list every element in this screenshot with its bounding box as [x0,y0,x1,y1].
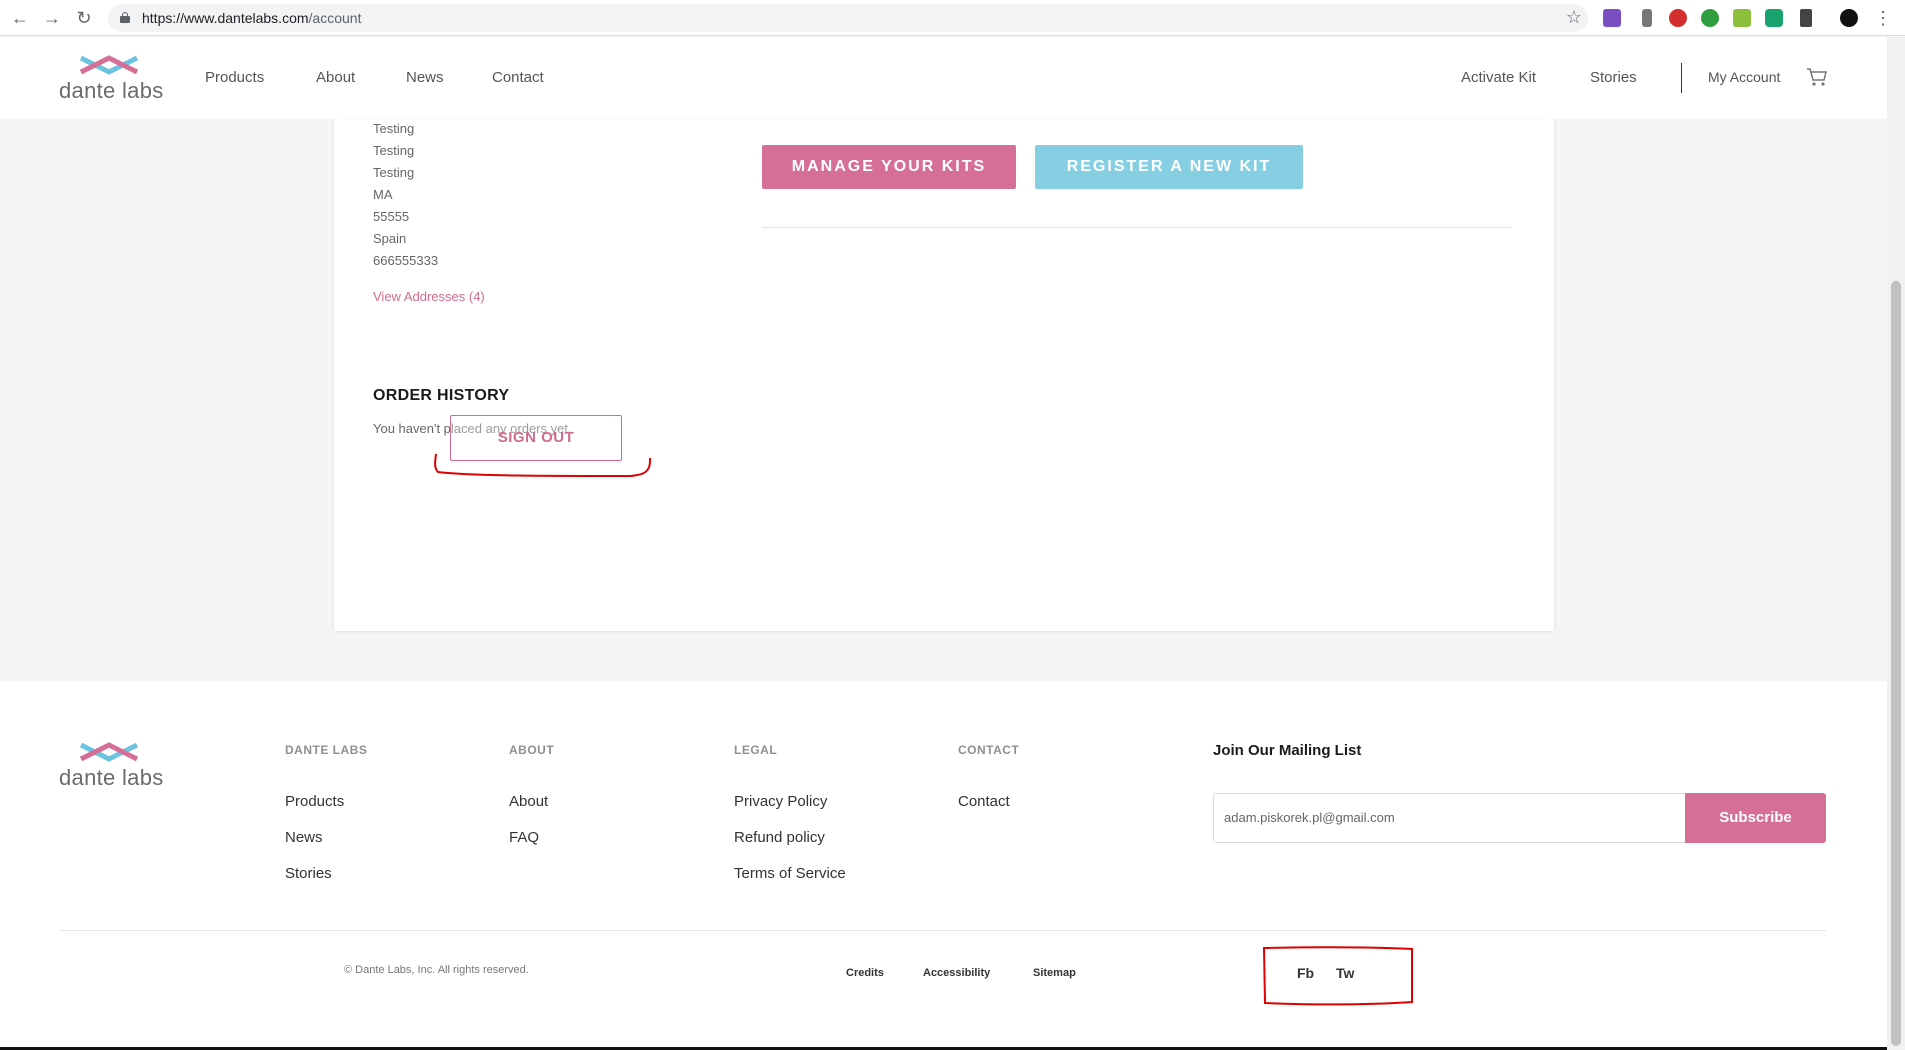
footer-link-accessibility[interactable]: Accessibility [923,967,990,979]
reload-icon[interactable]: ↻ [74,8,94,28]
eyedropper-extension-icon[interactable] [1642,9,1652,27]
dante-logo-icon [79,742,139,762]
bookmark-star-icon[interactable]: ☆ [1566,7,1582,28]
dante-logo-icon [79,55,139,75]
nav-about[interactable]: About [316,69,355,86]
address-line: Testing [373,143,415,158]
url-text[interactable]: https://www.dantelabs.com/account [142,10,361,26]
green-extension-icon[interactable] [1701,9,1719,27]
divider [762,227,1512,228]
profile-avatar-icon[interactable] [1840,9,1858,27]
pen-extension-icon[interactable] [1800,9,1812,27]
footer-link-terms[interactable]: Terms of Service [734,865,846,882]
annotation-box-mark [1262,946,1413,1006]
nav-activate-kit[interactable]: Activate Kit [1461,69,1536,86]
browser-menu-icon[interactable]: ⋮ [1873,8,1893,28]
footer-divider [59,930,1826,931]
footer-link-sitemap[interactable]: Sitemap [1033,967,1076,979]
footer-link-products[interactable]: Products [285,793,344,810]
footer-link-refund-policy[interactable]: Refund policy [734,829,825,846]
footer-link-privacy-policy[interactable]: Privacy Policy [734,793,827,810]
mailing-list-title: Join Our Mailing List [1213,742,1362,759]
page-scrollbar[interactable] [1887,37,1905,1050]
email-input[interactable]: adam.piskorek.pl@gmail.com [1213,793,1685,843]
footer-link-credits[interactable]: Credits [846,967,884,979]
address-bar[interactable]: https://www.dantelabs.com/account ☆ [108,4,1588,32]
nav-stories[interactable]: Stories [1590,69,1637,86]
address-line: 666555333 [373,253,439,268]
view-addresses-link[interactable]: View Addresses (4) [373,289,485,304]
nav-news[interactable]: News [406,69,444,86]
lock-icon [120,12,130,23]
register-kit-button[interactable]: REGISTER A NEW KIT [1035,145,1303,189]
footer-link-faq[interactable]: FAQ [509,829,539,846]
forward-arrow-icon[interactable]: → [42,8,62,28]
logo-text: dante labs [59,78,164,103]
cart-icon[interactable] [1806,66,1828,88]
order-history-title: ORDER HISTORY [373,387,510,404]
footer-heading-dante-labs: DANTE LABS [285,743,368,757]
nav-my-account[interactable]: My Account [1708,69,1780,85]
site-footer: dante labs DANTE LABS Products News Stor… [0,681,1887,1050]
address-line: 55555 [373,209,410,224]
footer-heading-about: ABOUT [509,743,555,757]
footer-link-contact[interactable]: Contact [958,793,1010,810]
copyright-text: © Dante Labs, Inc. All rights reserved. [344,964,529,976]
subscribe-button[interactable]: Subscribe [1685,793,1826,843]
flask-extension-icon[interactable] [1603,9,1621,27]
account-card: Testing Testing Testing MA 55555 Spain 6… [334,119,1554,631]
address-line: MA [373,187,393,202]
footer-heading-legal: LEGAL [734,743,778,757]
site-header: dante labs Products About News Contact A… [0,37,1887,119]
footer-heading-contact: CONTACT [958,743,1020,757]
scrollbar-thumb[interactable] [1891,281,1901,1046]
nav-products[interactable]: Products [205,69,264,86]
footer-link-stories[interactable]: Stories [285,865,332,882]
nav-contact[interactable]: Contact [492,69,544,86]
manage-kits-button[interactable]: MANAGE YOUR KITS [762,145,1016,189]
shield-extension-icon[interactable] [1765,9,1783,27]
browser-toolbar: ← → ↻ https://www.dantelabs.com/account … [0,0,1905,36]
back-arrow-icon[interactable]: ← [10,8,30,28]
address-line: Testing [373,121,415,136]
footer-link-news[interactable]: News [285,829,323,846]
nav-divider [1681,63,1682,93]
address-line: Spain [373,231,407,246]
annotation-underline-mark [434,453,652,478]
address-line: Testing [373,165,415,180]
red-extension-icon[interactable] [1669,9,1687,27]
logo-text: dante labs [59,765,164,790]
shopify-extension-icon[interactable] [1733,9,1751,27]
footer-link-about[interactable]: About [509,793,548,810]
